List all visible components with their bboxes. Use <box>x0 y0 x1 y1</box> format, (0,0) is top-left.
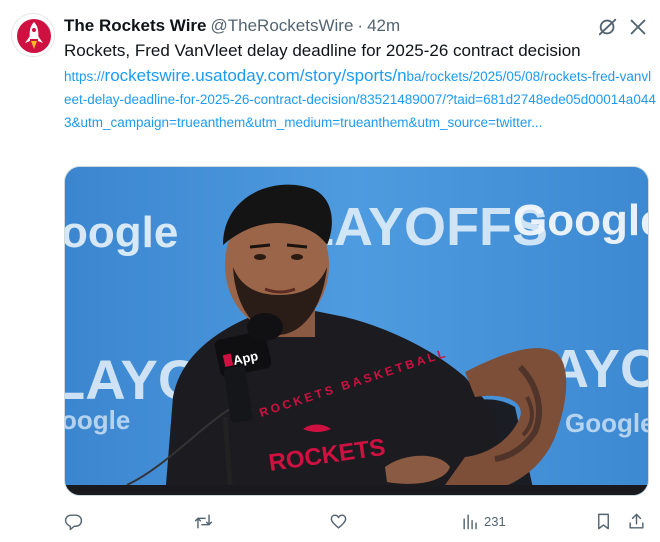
tweet-actions: 231 <box>64 508 654 534</box>
tweet-media-photo[interactable]: oogle PLAYOFFS Google LAYOFFS LAYOFF Goo… <box>64 166 649 496</box>
article-link[interactable]: https://rocketswire.usatoday.com/story/s… <box>64 64 656 134</box>
backdrop-word-6: Google <box>565 408 649 438</box>
retweet-icon <box>194 513 213 529</box>
views-count: 231 <box>484 513 506 529</box>
press-conference-photo: oogle PLAYOFFS Google LAYOFFS LAYOFF Goo… <box>65 167 649 495</box>
reply-button[interactable] <box>64 508 83 534</box>
views-button[interactable]: 231 <box>461 508 506 534</box>
tweet[interactable]: The Rockets Wire @TheRocketsWire · 42m R… <box>0 0 660 542</box>
backdrop-word-3: Google <box>513 196 649 245</box>
share-icon <box>629 513 644 529</box>
backdrop-word-7: oogle <box>65 405 130 435</box>
tweet-text: Rockets, Fred VanVleet delay deadline fo… <box>64 41 581 60</box>
bookmark-icon <box>598 513 609 529</box>
more-icon[interactable] <box>627 16 649 38</box>
timestamp[interactable]: 42m <box>367 16 400 36</box>
backdrop-word-1: oogle <box>65 208 178 257</box>
author-name[interactable]: The Rockets Wire <box>64 16 207 36</box>
link-prefix[interactable]: https:// <box>64 69 105 84</box>
link-domain[interactable]: rocketswire.usatoday.com/story/sports/n <box>105 66 407 85</box>
tweet-header: The Rockets Wire @TheRocketsWire · 42m <box>64 15 400 37</box>
reply-icon <box>64 513 83 530</box>
author-handle[interactable]: @TheRocketsWire <box>211 16 354 36</box>
retweet-button[interactable] <box>194 508 213 534</box>
views-icon <box>463 513 477 529</box>
bookmark-button[interactable] <box>594 508 613 534</box>
like-button[interactable] <box>329 508 348 534</box>
grok-icon[interactable] <box>597 16 619 38</box>
rockets-logo-icon[interactable] <box>11 13 55 57</box>
share-button[interactable] <box>627 508 646 534</box>
heart-icon <box>330 513 347 529</box>
separator-dot: · <box>357 16 364 35</box>
